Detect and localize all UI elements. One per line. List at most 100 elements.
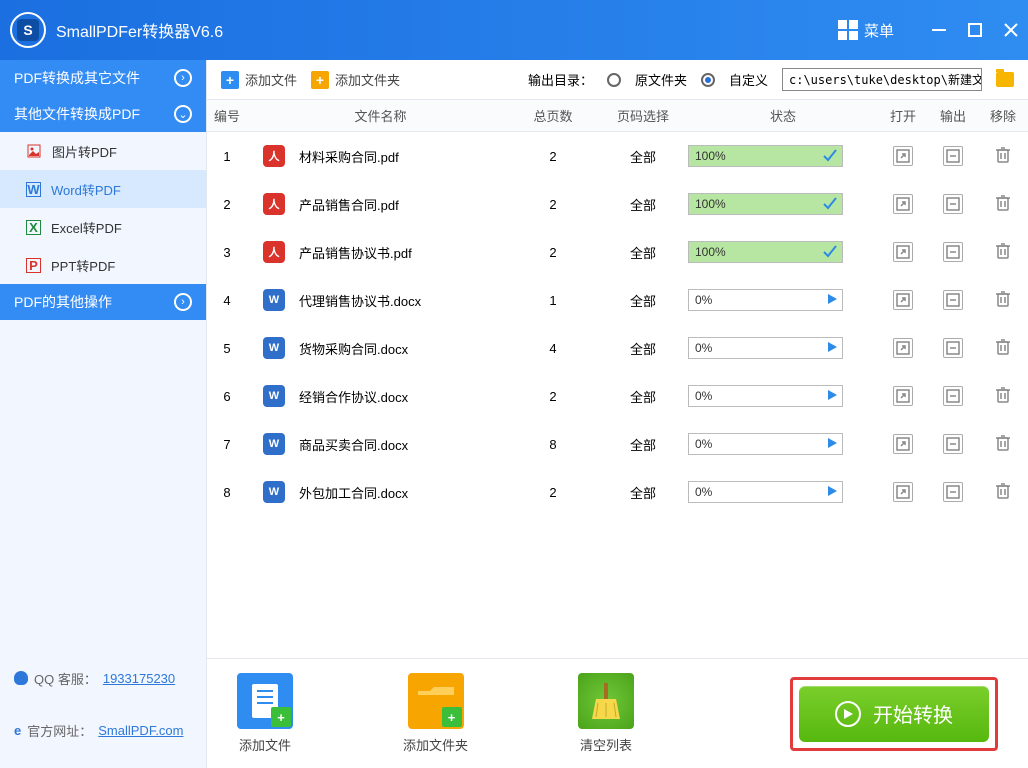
page-select[interactable]: 全部: [598, 291, 688, 310]
delete-button[interactable]: [993, 289, 1013, 309]
open-button[interactable]: [893, 194, 913, 214]
word-icon: W: [263, 481, 285, 503]
delete-button[interactable]: [993, 193, 1013, 213]
check-icon: [822, 147, 838, 166]
row-num: 5: [207, 341, 247, 356]
table-row: 3人产品销售协议书.pdf2全部100%: [207, 228, 1028, 276]
row-pages: 1: [508, 293, 598, 308]
progress-bar[interactable]: 100%: [688, 145, 843, 167]
col-out: 输出: [928, 106, 978, 125]
sidebar-section-pdf-other-ops[interactable]: PDF的其他操作 ›: [0, 284, 206, 320]
play-icon: [826, 293, 838, 308]
open-button[interactable]: [893, 290, 913, 310]
open-button[interactable]: [893, 242, 913, 262]
output-button[interactable]: [943, 146, 963, 166]
pdf-icon: 人: [263, 241, 285, 263]
bottom-clear-button[interactable]: 清空列表: [578, 673, 634, 754]
table-row: 6W经销合作协议.docx2全部0%: [207, 372, 1028, 420]
delete-button[interactable]: [993, 145, 1013, 165]
delete-button[interactable]: [993, 241, 1013, 261]
progress-bar[interactable]: 0%: [688, 433, 843, 455]
start-convert-button[interactable]: 开始转换: [799, 686, 989, 742]
sidebar-section-other-to-pdf[interactable]: 其他文件转换成PDF ⌄: [0, 96, 206, 132]
row-num: 1: [207, 149, 247, 164]
output-path-field[interactable]: c:\users\tuke\desktop\新建文~1: [782, 68, 982, 91]
add-folder-button[interactable]: + 添加文件夹: [311, 70, 400, 89]
play-icon: [826, 389, 838, 404]
plus-icon: +: [442, 707, 462, 727]
site-link[interactable]: SmallPDF.com: [98, 723, 183, 738]
play-icon: [826, 437, 838, 452]
delete-button[interactable]: [993, 385, 1013, 405]
add-file-button[interactable]: + 添加文件: [221, 70, 297, 89]
file-name: 代理销售协议书.docx: [299, 291, 421, 310]
output-button[interactable]: [943, 434, 963, 454]
output-button[interactable]: [943, 290, 963, 310]
sidebar-item-ppt-to-pdf[interactable]: P PPT转PDF: [0, 246, 206, 284]
sidebar-item-excel-to-pdf[interactable]: X Excel转PDF: [0, 208, 206, 246]
word-icon: W: [263, 433, 285, 455]
open-button[interactable]: [893, 338, 913, 358]
progress-bar[interactable]: 0%: [688, 337, 843, 359]
bottom-add-file-button[interactable]: + 添加文件: [237, 673, 293, 754]
progress-text: 0%: [695, 293, 712, 307]
file-name: 货物采购合同.docx: [299, 339, 408, 358]
open-button[interactable]: [893, 482, 913, 502]
page-select[interactable]: 全部: [598, 147, 688, 166]
progress-bar[interactable]: 0%: [688, 481, 843, 503]
radio-original-folder[interactable]: [607, 73, 621, 87]
page-select[interactable]: 全部: [598, 243, 688, 262]
delete-button[interactable]: [993, 337, 1013, 357]
sidebar-item-image-to-pdf[interactable]: 图片转PDF: [0, 132, 206, 170]
progress-bar[interactable]: 100%: [688, 193, 843, 215]
radio-custom-folder[interactable]: [701, 73, 715, 87]
excel-icon: X: [26, 220, 41, 235]
page-select[interactable]: 全部: [598, 195, 688, 214]
start-highlight: 开始转换: [790, 677, 998, 751]
menu-button[interactable]: 菜单: [838, 20, 894, 41]
output-button[interactable]: [943, 338, 963, 358]
bottom-add-folder-button[interactable]: + 添加文件夹: [403, 673, 468, 754]
progress-text: 100%: [695, 197, 726, 211]
delete-button[interactable]: [993, 433, 1013, 453]
sidebar-section-pdf-to-other[interactable]: PDF转换成其它文件 ›: [0, 60, 206, 96]
open-button[interactable]: [893, 434, 913, 454]
table-row: 5W货物采购合同.docx4全部0%: [207, 324, 1028, 372]
output-button[interactable]: [943, 194, 963, 214]
output-button[interactable]: [943, 386, 963, 406]
progress-bar[interactable]: 0%: [688, 385, 843, 407]
maximize-button[interactable]: [968, 23, 982, 37]
play-icon: [835, 701, 861, 727]
page-select[interactable]: 全部: [598, 387, 688, 406]
ie-icon: e: [14, 723, 21, 738]
page-select[interactable]: 全部: [598, 435, 688, 454]
output-button[interactable]: [943, 482, 963, 502]
page-select[interactable]: 全部: [598, 483, 688, 502]
page-select[interactable]: 全部: [598, 339, 688, 358]
app-title: SmallPDFer转换器V6.6: [56, 18, 223, 42]
delete-button[interactable]: [993, 481, 1013, 501]
grid-icon: [838, 20, 858, 40]
close-button[interactable]: [1004, 23, 1018, 37]
file-name: 经销合作协议.docx: [299, 387, 408, 406]
progress-bar[interactable]: 0%: [688, 289, 843, 311]
qq-link[interactable]: 1933175230: [103, 671, 175, 686]
app-logo-icon: S: [10, 12, 46, 48]
chevron-down-icon: ⌄: [174, 105, 192, 123]
chevron-right-icon: ›: [174, 293, 192, 311]
minimize-button[interactable]: [932, 29, 946, 31]
output-button[interactable]: [943, 242, 963, 262]
table-row: 4W代理销售协议书.docx1全部0%: [207, 276, 1028, 324]
file-plus-icon: +: [221, 71, 239, 89]
output-dir-label: 输出目录：: [528, 70, 593, 89]
row-pages: 2: [508, 197, 598, 212]
col-del: 移除: [978, 106, 1028, 125]
sidebar-item-word-to-pdf[interactable]: W Word转PDF: [0, 170, 206, 208]
row-pages: 8: [508, 437, 598, 452]
play-icon: [826, 341, 838, 356]
row-num: 2: [207, 197, 247, 212]
browse-folder-icon[interactable]: [996, 72, 1014, 87]
progress-bar[interactable]: 100%: [688, 241, 843, 263]
open-button[interactable]: [893, 146, 913, 166]
open-button[interactable]: [893, 386, 913, 406]
